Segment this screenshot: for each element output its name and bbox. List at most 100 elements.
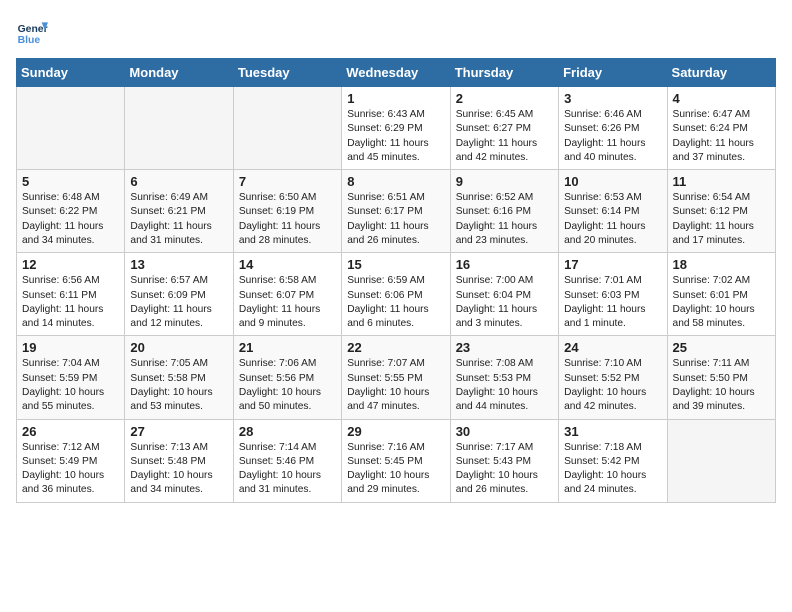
day-number: 10 [564,174,661,189]
cell-content: Sunrise: 7:02 AM Sunset: 6:01 PM Dayligh… [673,274,770,331]
calendar-cell: 30 Sunrise: 7:17 AM Sunset: 5:43 PM Dayli… [450,419,558,502]
day-number: 28 [239,424,336,439]
day-number: 5 [22,174,119,189]
day-number: 30 [456,424,553,439]
cell-content: Sunrise: 7:12 AM Sunset: 5:49 PM Dayligh… [22,441,119,498]
day-number: 2 [456,91,553,106]
svg-text:Blue: Blue [18,35,41,46]
day-number: 16 [456,257,553,272]
cell-content: Sunrise: 6:59 AM Sunset: 6:06 PM Dayligh… [347,274,444,331]
calendar-cell: 13 Sunrise: 6:57 AM Sunset: 6:09 PM Dayli… [125,253,233,336]
calendar-cell: 21 Sunrise: 7:06 AM Sunset: 5:56 PM Dayli… [233,336,341,419]
day-number: 12 [22,257,119,272]
cell-content: Sunrise: 6:52 AM Sunset: 6:16 PM Dayligh… [456,191,553,248]
logo-icon: General Blue [16,16,48,48]
calendar-week-2: 5 Sunrise: 6:48 AM Sunset: 6:22 PM Daylig… [17,170,776,253]
calendar-cell [17,87,125,170]
cell-content: Sunrise: 7:08 AM Sunset: 5:53 PM Dayligh… [456,357,553,414]
calendar-cell: 27 Sunrise: 7:13 AM Sunset: 5:48 PM Dayli… [125,419,233,502]
calendar-cell: 15 Sunrise: 6:59 AM Sunset: 6:06 PM Dayli… [342,253,450,336]
calendar-header-thursday: Thursday [450,59,558,87]
cell-content: Sunrise: 7:18 AM Sunset: 5:42 PM Dayligh… [564,441,661,498]
day-number: 4 [673,91,770,106]
day-number: 22 [347,340,444,355]
calendar-cell: 20 Sunrise: 7:05 AM Sunset: 5:58 PM Dayli… [125,336,233,419]
day-number: 23 [456,340,553,355]
cell-content: Sunrise: 7:16 AM Sunset: 5:45 PM Dayligh… [347,441,444,498]
calendar-cell: 14 Sunrise: 6:58 AM Sunset: 6:07 PM Dayli… [233,253,341,336]
cell-content: Sunrise: 6:57 AM Sunset: 6:09 PM Dayligh… [130,274,227,331]
calendar-cell: 1 Sunrise: 6:43 AM Sunset: 6:29 PM Daylig… [342,87,450,170]
day-number: 24 [564,340,661,355]
cell-content: Sunrise: 7:13 AM Sunset: 5:48 PM Dayligh… [130,441,227,498]
day-number: 29 [347,424,444,439]
logo: General Blue [16,16,52,48]
calendar-cell: 5 Sunrise: 6:48 AM Sunset: 6:22 PM Daylig… [17,170,125,253]
cell-content: Sunrise: 6:47 AM Sunset: 6:24 PM Dayligh… [673,108,770,165]
calendar-cell: 24 Sunrise: 7:10 AM Sunset: 5:52 PM Dayli… [559,336,667,419]
day-number: 8 [347,174,444,189]
day-number: 27 [130,424,227,439]
calendar-week-4: 19 Sunrise: 7:04 AM Sunset: 5:59 PM Dayli… [17,336,776,419]
day-number: 9 [456,174,553,189]
calendar-cell: 29 Sunrise: 7:16 AM Sunset: 5:45 PM Dayli… [342,419,450,502]
day-number: 6 [130,174,227,189]
calendar-cell: 8 Sunrise: 6:51 AM Sunset: 6:17 PM Daylig… [342,170,450,253]
calendar-cell: 17 Sunrise: 7:01 AM Sunset: 6:03 PM Dayli… [559,253,667,336]
day-number: 20 [130,340,227,355]
calendar-cell: 23 Sunrise: 7:08 AM Sunset: 5:53 PM Dayli… [450,336,558,419]
calendar-cell [233,87,341,170]
calendar-header-friday: Friday [559,59,667,87]
day-number: 15 [347,257,444,272]
calendar-week-3: 12 Sunrise: 6:56 AM Sunset: 6:11 PM Dayli… [17,253,776,336]
day-number: 7 [239,174,336,189]
calendar-week-5: 26 Sunrise: 7:12 AM Sunset: 5:49 PM Dayli… [17,419,776,502]
cell-content: Sunrise: 7:05 AM Sunset: 5:58 PM Dayligh… [130,357,227,414]
calendar-table: SundayMondayTuesdayWednesdayThursdayFrid… [16,58,776,503]
calendar-cell: 22Sunrise: 7:07 AM Sunset: 5:55 PM Dayli… [342,336,450,419]
cell-content: Sunrise: 7:04 AM Sunset: 5:59 PM Dayligh… [22,357,119,414]
cell-content: Sunrise: 6:58 AM Sunset: 6:07 PM Dayligh… [239,274,336,331]
day-number: 17 [564,257,661,272]
cell-content: Sunrise: 6:53 AM Sunset: 6:14 PM Dayligh… [564,191,661,248]
cell-content: Sunrise: 7:17 AM Sunset: 5:43 PM Dayligh… [456,441,553,498]
cell-content: Sunrise: 6:54 AM Sunset: 6:12 PM Dayligh… [673,191,770,248]
calendar-cell: 4 Sunrise: 6:47 AM Sunset: 6:24 PM Daylig… [667,87,775,170]
day-number: 13 [130,257,227,272]
day-number: 18 [673,257,770,272]
calendar-cell: 12 Sunrise: 6:56 AM Sunset: 6:11 PM Dayli… [17,253,125,336]
day-number: 3 [564,91,661,106]
calendar-cell: 2 Sunrise: 6:45 AM Sunset: 6:27 PM Daylig… [450,87,558,170]
calendar-week-1: 1 Sunrise: 6:43 AM Sunset: 6:29 PM Daylig… [17,87,776,170]
calendar-cell: 7 Sunrise: 6:50 AM Sunset: 6:19 PM Daylig… [233,170,341,253]
calendar-cell: 9 Sunrise: 6:52 AM Sunset: 6:16 PM Daylig… [450,170,558,253]
cell-content: Sunrise: 6:45 AM Sunset: 6:27 PM Dayligh… [456,108,553,165]
cell-content: Sunrise: 7:11 AM Sunset: 5:50 PM Dayligh… [673,357,770,414]
cell-content: Sunrise: 7:10 AM Sunset: 5:52 PM Dayligh… [564,357,661,414]
cell-content: Sunrise: 6:51 AM Sunset: 6:17 PM Dayligh… [347,191,444,248]
calendar-cell: 18 Sunrise: 7:02 AM Sunset: 6:01 PM Dayli… [667,253,775,336]
cell-content: Sunrise: 6:43 AM Sunset: 6:29 PM Dayligh… [347,108,444,165]
calendar-cell: 16Sunrise: 7:00 AM Sunset: 6:04 PM Dayli… [450,253,558,336]
cell-content: Sunrise: 7:01 AM Sunset: 6:03 PM Dayligh… [564,274,661,331]
day-number: 31 [564,424,661,439]
cell-content: Sunrise: 7:14 AM Sunset: 5:46 PM Dayligh… [239,441,336,498]
calendar-cell: 31 Sunrise: 7:18 AM Sunset: 5:42 PM Dayli… [559,419,667,502]
day-number: 19 [22,340,119,355]
cell-content: Sunrise: 6:46 AM Sunset: 6:26 PM Dayligh… [564,108,661,165]
calendar-header-wednesday: Wednesday [342,59,450,87]
day-number: 14 [239,257,336,272]
cell-content: Sunrise: 6:48 AM Sunset: 6:22 PM Dayligh… [22,191,119,248]
day-number: 1 [347,91,444,106]
day-number: 21 [239,340,336,355]
calendar-header-monday: Monday [125,59,233,87]
calendar-header-row: SundayMondayTuesdayWednesdayThursdayFrid… [17,59,776,87]
cell-content: Sunrise: 7:06 AM Sunset: 5:56 PM Dayligh… [239,357,336,414]
cell-content: Sunrise: 6:49 AM Sunset: 6:21 PM Dayligh… [130,191,227,248]
calendar-header-saturday: Saturday [667,59,775,87]
calendar-cell: 26 Sunrise: 7:12 AM Sunset: 5:49 PM Dayli… [17,419,125,502]
day-number: 26 [22,424,119,439]
cell-content: Sunrise: 6:56 AM Sunset: 6:11 PM Dayligh… [22,274,119,331]
cell-content: Sunrise: 6:50 AM Sunset: 6:19 PM Dayligh… [239,191,336,248]
calendar-header-tuesday: Tuesday [233,59,341,87]
